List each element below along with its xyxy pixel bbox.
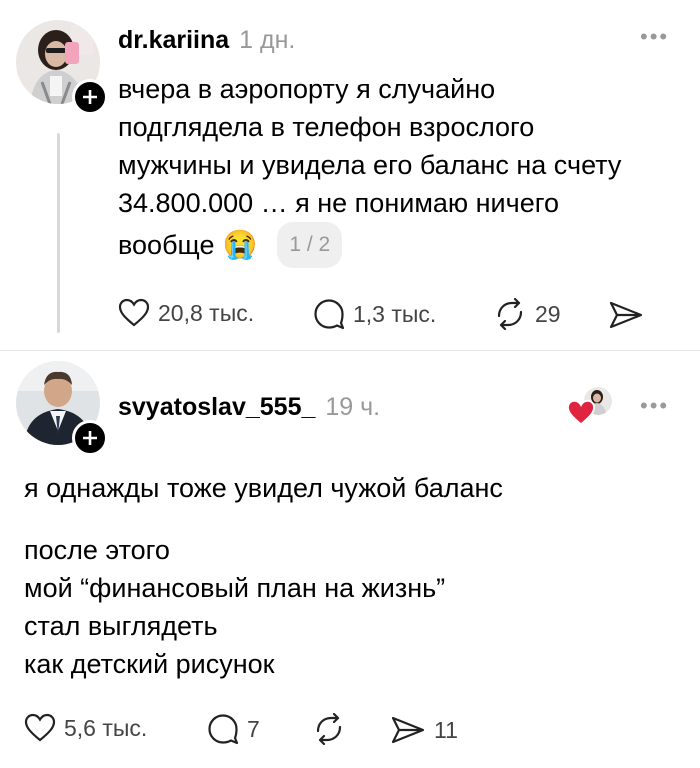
follow-button[interactable] (72, 79, 108, 115)
username[interactable]: dr.kariina (118, 26, 229, 55)
post-text: вчера в аэропорту я случайно подглядела … (118, 70, 688, 268)
text-line: мой “финансовый план на жизнь” (24, 573, 446, 603)
like-button[interactable]: 20,8 тыс. (118, 298, 254, 328)
text-line: 34.800.000 … я не понимаю ничего (118, 188, 559, 218)
reply-text-block: после этого мой “финансовый план на жизн… (24, 531, 445, 683)
share-icon (609, 301, 643, 329)
text-line: как детский рисунок (24, 649, 275, 679)
repost-count: 29 (535, 300, 561, 327)
timestamp: 1 дн. (239, 26, 296, 54)
comment-button[interactable]: 7 (207, 713, 260, 745)
text-line: вообще (118, 230, 215, 260)
repost-button[interactable]: 29 (493, 298, 561, 330)
heart-icon (24, 713, 56, 742)
reply-text-line: я однажды тоже увидел чужой баланс (24, 473, 503, 503)
share-button[interactable] (608, 300, 644, 335)
post-header: svyatoslav_555_ 19 ч. (118, 393, 380, 422)
username[interactable]: svyatoslav_555_ (118, 393, 315, 422)
text-line: подглядела в телефон взрослого (118, 112, 535, 142)
comment-count: 1,3 тыс. (353, 300, 437, 327)
post-header: dr.kariina 1 дн. (118, 26, 295, 55)
text-line: мужчины и увидела его баланс на счету (118, 150, 622, 180)
post-2: svyatoslav_555_ 19 ч. ••• я однажды тоже… (0, 351, 700, 768)
more-icon[interactable]: ••• (640, 393, 669, 419)
comment-count: 7 (247, 715, 260, 742)
text-line: вчера в аэропорту я случайно (118, 74, 496, 104)
liked-by-author-badge (566, 387, 614, 429)
follow-button[interactable] (72, 420, 108, 456)
like-count: 20,8 тыс. (158, 299, 255, 326)
plus-icon (83, 431, 97, 445)
repost-icon (497, 298, 523, 330)
plus-icon (83, 90, 97, 104)
repost-button[interactable] (312, 713, 346, 745)
text-line: после этого (24, 535, 170, 565)
heart-icon (118, 298, 150, 327)
page-indicator: 1 / 2 (277, 222, 343, 268)
more-icon[interactable]: ••• (640, 24, 669, 50)
comment-button[interactable]: 1,3 тыс. (313, 298, 436, 330)
text-line: стал выглядеть (24, 611, 218, 641)
comment-icon (208, 714, 239, 745)
thread-line (57, 133, 60, 333)
crying-emoji: 😭 (222, 229, 258, 260)
post-1: dr.kariina 1 дн. ••• вчера в аэропорту я… (0, 0, 700, 350)
share-icon (391, 716, 425, 744)
like-button[interactable]: 5,6 тыс. (24, 713, 147, 743)
share-button[interactable]: 11 (390, 715, 458, 745)
comment-icon (314, 299, 345, 330)
heart-icon (566, 399, 596, 426)
timestamp: 19 ч. (325, 393, 381, 421)
text-line-last: вообще 😭 1 / 2 (118, 222, 688, 268)
like-count: 5,6 тыс. (64, 714, 148, 741)
repost-icon (316, 713, 342, 745)
share-count: 11 (434, 716, 458, 743)
